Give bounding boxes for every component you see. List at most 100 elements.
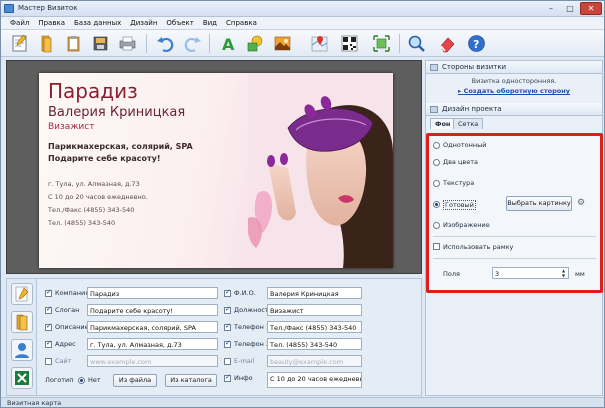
use-frame-checkbox[interactable] [433,243,440,250]
text-icon[interactable]: A [218,33,239,54]
menu-help[interactable]: Справка [222,17,262,29]
logo-none-radio[interactable] [78,377,85,384]
new-card-icon[interactable] [9,33,30,54]
tab-grid[interactable]: Сетка [453,118,484,129]
phone1-checkbox[interactable] [224,322,231,331]
option-two-colors-radio[interactable] [433,159,440,166]
description-checkbox[interactable] [45,322,52,331]
toolbar: A ? [1,30,604,57]
choose-picture-button[interactable]: Выбрать картинку [506,196,572,211]
templates-icon[interactable] [11,311,33,333]
email-input[interactable]: beauty@example.com [267,355,362,367]
card-slogan-text[interactable]: Подарите себе красоту! [48,154,161,163]
logo-from-file-button[interactable]: Из файла [113,374,157,387]
address-input[interactable]: г. Тула, ул. Алмазная, д.73 [87,338,218,350]
business-card-preview[interactable]: Парадиз Валерия Криницкая Визажист Парик… [39,73,393,268]
toolbar-separator [399,34,400,53]
info-label: Инфо [234,374,253,382]
zoom-icon[interactable] [406,33,427,54]
redo-icon[interactable] [182,33,203,54]
phone1-label: Телефон 1 [234,323,271,331]
card-phone1-text[interactable]: Тел./Факс (4855) 343-540 [48,206,134,214]
design-icon [430,106,438,113]
slogan-input[interactable]: Подарите себе красоту! [87,304,218,316]
company-label: Компания [55,289,90,297]
edit-text-icon[interactable] [11,283,33,305]
option-texture-radio[interactable] [433,180,440,187]
phone1-input[interactable]: Тел./Факс (4855) 343-540 [267,321,362,333]
logo-label: Логотип [45,376,74,384]
help-icon[interactable]: ? [466,33,487,54]
card-company-text[interactable]: Парадиз [48,79,138,103]
card-sides-icon [430,64,438,71]
print-icon[interactable] [117,33,138,54]
menu-bar: Файл Правка База данных Дизайн Объект Ви… [1,17,604,30]
model-photo [248,73,393,268]
save-icon[interactable] [90,33,111,54]
company-input[interactable]: Парадиз [87,287,218,299]
description-input[interactable]: Парикмахерская, солярий, SPA [87,321,218,333]
position-checkbox[interactable] [224,305,231,314]
contacts-icon[interactable] [11,339,33,361]
company-checkbox[interactable] [45,288,52,297]
map-icon[interactable] [309,33,330,54]
option-image-radio[interactable] [433,222,440,229]
image-icon[interactable] [272,33,293,54]
shapes-icon[interactable] [245,33,266,54]
position-input[interactable]: Визажист [267,304,362,316]
design-panel-header[interactable]: Дизайн проекта [426,103,602,116]
slogan-checkbox[interactable] [45,305,52,314]
sides-panel-header[interactable]: Стороны визитки [426,61,602,74]
card-hours-text[interactable]: С 10 до 20 часов ежедневно. [48,193,148,201]
eraser-icon[interactable] [437,33,458,54]
menu-object[interactable]: Объект [162,17,198,29]
phone2-label: Телефон 2 [234,340,271,348]
menu-edit[interactable]: Правка [34,17,70,29]
field-row-email: E-mail beauty@example.com [224,355,419,368]
margins-input[interactable]: 3 [492,267,569,279]
info-checkbox[interactable] [224,373,231,382]
card-description-text[interactable]: Парикмахерская, солярий, SPA [48,142,193,151]
open-icon[interactable] [36,33,57,54]
option-solid-radio[interactable] [433,142,440,149]
margins-spinner[interactable]: ▲ ▼ [562,268,568,278]
toolbar-separator [146,34,147,53]
site-input[interactable]: www.example.com [87,355,218,367]
settings-gear-icon[interactable]: ⚙ [577,198,585,208]
minimize-button[interactable]: – [542,2,560,15]
site-checkbox[interactable] [45,358,52,365]
qr-code-icon[interactable] [339,33,360,54]
menu-design[interactable]: Дизайн [126,17,162,29]
info-input[interactable]: С 10 до 20 часов ежедневно. [267,372,362,388]
logo-from-catalog-button[interactable]: Из каталога [165,374,217,387]
create-back-side-label: Создать оборотную сторону [463,87,570,95]
card-address-text[interactable]: г. Тула, ул. Алмазная, д.73 [48,180,140,188]
card-canvas[interactable]: Парадиз Валерия Криницкая Визажист Парик… [6,60,422,274]
field-row-address: Адрес г. Тула, ул. Алмазная, д.73 [43,338,218,351]
phone2-checkbox[interactable] [224,339,231,348]
fio-input[interactable]: Валерия Криницкая [267,287,362,299]
maximize-button[interactable]: □ [561,2,579,15]
address-checkbox[interactable] [45,339,52,348]
email-checkbox[interactable] [224,358,231,365]
create-back-side-link[interactable]: ▸ Создать оборотную сторону [426,87,602,95]
tab-background[interactable]: Фон [430,118,456,129]
menu-database[interactable]: База данных [70,17,126,29]
close-button[interactable]: ✕ [580,2,602,15]
menu-file[interactable]: Файл [6,17,34,29]
fit-icon[interactable] [371,33,392,54]
option-ready-radio[interactable] [433,201,440,208]
undo-icon[interactable] [155,33,176,54]
card-phone2-text[interactable]: Тел. (4855) 343-540 [48,219,115,227]
margins-label: Поля [443,270,460,278]
phone2-input[interactable]: Тел. (4855) 343-540 [267,338,362,350]
excel-import-icon[interactable] [11,367,33,389]
field-row-description: Описание Парикмахерская, солярий, SPA [43,321,218,334]
menu-view[interactable]: Вид [199,17,222,29]
link-arrow-icon: ▸ [458,87,462,95]
fio-checkbox[interactable] [224,288,231,297]
window-title: Мастер Визиток [18,4,78,12]
card-name-text[interactable]: Валерия Криницкая [48,105,185,120]
card-position-text[interactable]: Визажист [48,122,94,132]
clipboard-icon[interactable] [63,33,84,54]
